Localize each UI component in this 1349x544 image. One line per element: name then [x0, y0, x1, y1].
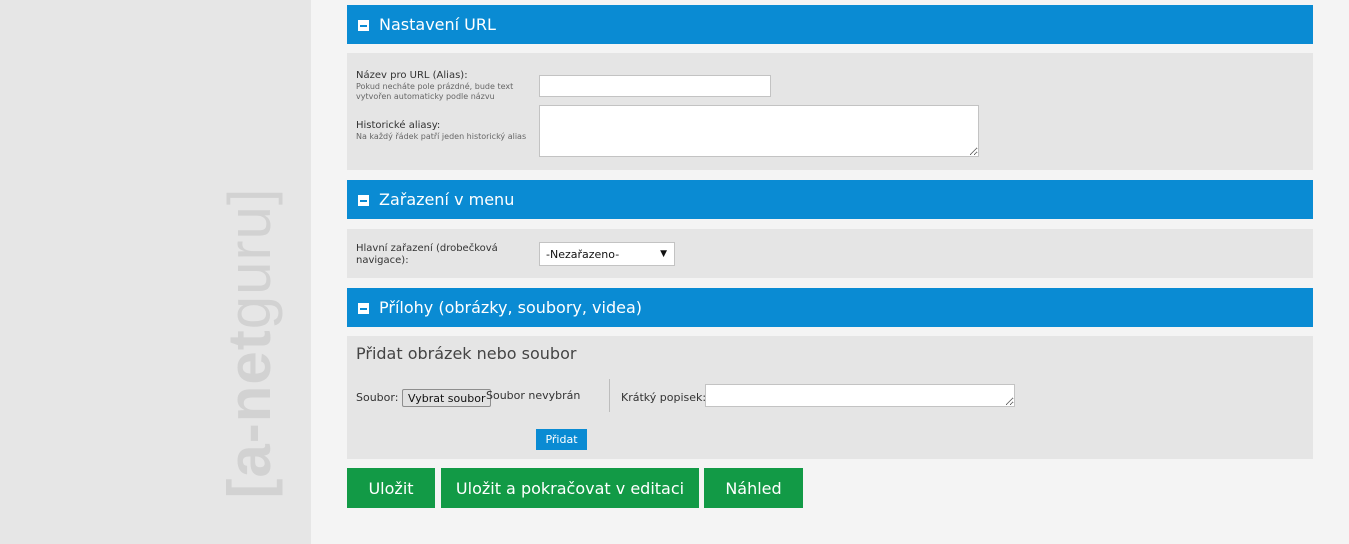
- choose-file-button[interactable]: Vybrat soubor: [402, 389, 492, 407]
- logo: [a-netguru]: [216, 178, 283, 508]
- menu-panel: Hlavní zařazení (drobečková navigace): -…: [347, 229, 1313, 278]
- alias-input[interactable]: [539, 75, 771, 97]
- main-placement-value: -Nezařazeno-: [546, 247, 620, 261]
- attachments-panel: Přidat obrázek nebo soubor Soubor: Vybra…: [347, 336, 1313, 459]
- description-textarea[interactable]: [705, 384, 1015, 407]
- collapse-icon[interactable]: [358, 195, 369, 206]
- save-button[interactable]: Uložit: [347, 468, 435, 508]
- historic-aliases-textarea[interactable]: [539, 105, 979, 157]
- left-sidebar: [a-netguru]: [0, 0, 311, 544]
- description-label: Krátký popisek:: [621, 391, 707, 404]
- preview-button[interactable]: Náhled: [704, 468, 803, 508]
- file-label: Soubor:: [356, 391, 399, 404]
- historic-hint: Na každý řádek patří jeden historický al…: [356, 132, 527, 141]
- alias-hint: Pokud necháte pole prázdné, bude text vy…: [356, 82, 514, 101]
- logo-text-regular: guru]: [216, 187, 283, 330]
- section-title-url: Nastavení URL: [379, 15, 496, 34]
- collapse-icon[interactable]: [358, 303, 369, 314]
- add-file-title: Přidat obrázek nebo soubor: [356, 344, 577, 363]
- logo-text-bold: [a-net: [216, 329, 283, 499]
- divider: [609, 379, 610, 412]
- url-panel: Název pro URL (Alias): Pokud necháte pol…: [347, 53, 1313, 170]
- section-header-attachments[interactable]: Přílohy (obrázky, soubory, videa): [347, 288, 1313, 327]
- historic-label: Historické aliasy:: [356, 120, 441, 131]
- section-title-attachments: Přílohy (obrázky, soubory, videa): [379, 298, 643, 317]
- section-title-menu: Zařazení v menu: [379, 190, 515, 209]
- section-header-menu[interactable]: Zařazení v menu: [347, 180, 1313, 219]
- alias-label: Název pro URL (Alias):: [356, 70, 468, 81]
- save-continue-button[interactable]: Uložit a pokračovat v editaci: [441, 468, 699, 508]
- add-attachment-button[interactable]: Přidat: [536, 429, 587, 450]
- historic-label-group: Historické aliasy: Na každý řádek patří …: [356, 120, 531, 142]
- collapse-icon[interactable]: [358, 20, 369, 31]
- section-header-url[interactable]: Nastavení URL: [347, 5, 1313, 44]
- file-status: Soubor nevybrán: [486, 389, 581, 402]
- dropdown-arrow-icon: ▼: [660, 249, 667, 259]
- main-placement-label: Hlavní zařazení (drobečková navigace):: [356, 243, 498, 266]
- main-placement-select[interactable]: -Nezařazeno- ▼: [539, 242, 675, 266]
- alias-label-group: Název pro URL (Alias): Pokud necháte pol…: [356, 70, 526, 102]
